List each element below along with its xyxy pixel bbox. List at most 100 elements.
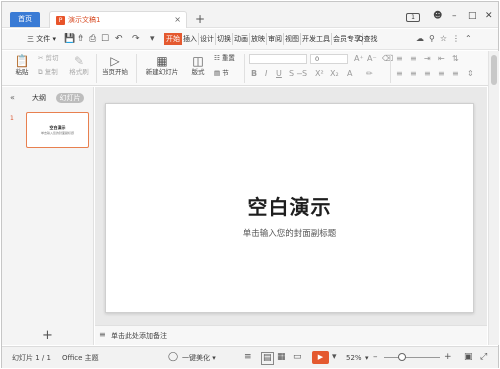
bold-button[interactable]: B <box>251 69 257 79</box>
export-icon[interactable]: ⇮ <box>77 34 85 45</box>
redo-icon[interactable]: ↷ <box>132 34 140 45</box>
cloud-icon[interactable]: ☁ <box>416 33 424 45</box>
highlight-button[interactable]: ✏ <box>366 69 373 79</box>
align-center-icon[interactable]: ≡ <box>410 69 417 79</box>
grow-font-icon[interactable]: A⁺ <box>354 54 364 64</box>
more-dropdown-icon[interactable]: ▾ <box>150 34 155 45</box>
fit-slide-icon[interactable]: ▣ <box>464 352 473 363</box>
reading-view-icon[interactable]: ▭ <box>293 352 302 363</box>
notes-pane[interactable]: ≡ 单击此处添加备注 <box>95 325 487 345</box>
clear-format-icon[interactable]: ⌫ <box>382 54 393 64</box>
close-window-button[interactable]: ✕ <box>485 10 493 22</box>
tab-home-ribbon[interactable]: 开始 <box>164 33 182 45</box>
underline-button[interactable]: U <box>276 69 282 79</box>
strikethrough-button[interactable]: ̶S <box>302 69 307 79</box>
slide-title[interactable]: 空白演示 <box>106 194 473 220</box>
numbered-list-icon[interactable]: ≡ <box>410 54 417 64</box>
tab-review[interactable]: 审阅 <box>267 33 284 45</box>
file-menu[interactable]: 三 文件 ▾ <box>27 34 56 45</box>
zoom-slider[interactable] <box>384 357 440 358</box>
slideshow-play-button[interactable]: ▶ <box>312 351 329 364</box>
notes-toggle-icon[interactable]: ≡ <box>244 352 252 363</box>
maximize-button[interactable]: □ <box>468 10 477 22</box>
collab-icon[interactable]: ☆ <box>440 33 447 45</box>
tab-slides[interactable]: 幻灯片 <box>56 93 84 103</box>
font-size-value: 0 <box>315 55 320 63</box>
copy-button[interactable]: ⧉ 复制 <box>38 68 58 77</box>
shrink-font-icon[interactable]: A⁻ <box>367 54 377 64</box>
user-icon[interactable]: ☻ <box>433 10 442 22</box>
thumbnail-subtitle: 单击输入您的封面副标题 <box>40 131 74 135</box>
reset-label: 重置 <box>221 54 235 62</box>
section-button[interactable]: ▤ 节 <box>214 69 229 78</box>
zoom-slider-handle[interactable] <box>398 353 406 361</box>
tab-view[interactable]: 视图 <box>284 33 301 45</box>
print-icon[interactable]: ⎙ <box>89 34 96 45</box>
theme-name[interactable]: Office 主题 <box>62 353 99 363</box>
outdent-icon[interactable]: ⇤ <box>438 54 445 64</box>
superscript-button[interactable]: X² <box>315 69 324 79</box>
indent-icon[interactable]: ⇥ <box>424 54 431 64</box>
divider <box>136 54 137 83</box>
align-left-icon[interactable]: ≡ <box>396 69 403 79</box>
tab-home[interactable]: 首页 <box>10 12 40 27</box>
bullet-list-icon[interactable]: ≡ <box>396 54 403 64</box>
play-icon: ▷ <box>110 54 120 68</box>
format-painter-button[interactable]: ✎ 格式刷 <box>66 54 92 77</box>
share-icon[interactable]: ⚲ <box>429 33 435 45</box>
normal-view-icon[interactable]: ▤ <box>261 352 274 365</box>
shadow-button[interactable]: S <box>289 69 294 79</box>
beautify-button[interactable]: 一键美化 ▾ <box>182 353 216 363</box>
line-spacing-icon[interactable]: ⇅ <box>452 54 459 64</box>
sorter-view-icon[interactable]: ▦ <box>277 352 286 363</box>
tab-insert[interactable]: 插入 <box>182 33 199 45</box>
preview-icon[interactable]: ☐ <box>101 34 109 45</box>
slide[interactable]: 空白演示 单击输入您的封面副标题 <box>105 103 474 313</box>
collapse-panel-icon[interactable]: « <box>10 93 15 103</box>
collapse-ribbon-icon[interactable]: ⌃ <box>465 33 472 45</box>
layout-button[interactable]: ◫ 版式 <box>188 54 208 77</box>
scrollbar-thumb[interactable] <box>491 55 497 85</box>
close-tab-icon[interactable]: × <box>174 15 181 25</box>
zoom-in-icon[interactable]: + <box>444 352 452 363</box>
font-color-button[interactable]: A <box>347 69 352 79</box>
window-count-badge[interactable]: 1 <box>406 13 420 22</box>
tab-animations[interactable]: 动画 <box>233 33 250 45</box>
copy-label: 复制 <box>44 68 58 76</box>
zoom-level[interactable]: 52% <box>346 353 362 363</box>
more-icon[interactable]: ⋮ <box>452 33 460 45</box>
new-slide-button[interactable]: ▦ 新建幻灯片 <box>142 54 182 77</box>
add-slide-button[interactable]: + <box>42 329 53 342</box>
new-tab-button[interactable]: + <box>195 12 205 26</box>
subscript-button[interactable]: X₂ <box>330 69 339 79</box>
tab-developer[interactable]: 开发工具 <box>301 33 332 45</box>
vertical-scrollbar[interactable] <box>488 51 499 345</box>
tab-design[interactable]: 设计 <box>199 33 216 45</box>
italic-button[interactable]: I <box>265 69 267 79</box>
tab-slideshow[interactable]: 放映 <box>250 33 267 45</box>
zoom-out-icon[interactable]: – <box>373 352 378 363</box>
tab-document[interactable]: P 演示文稿1 × <box>49 11 187 28</box>
minimize-button[interactable]: – <box>452 10 457 22</box>
slide-subtitle[interactable]: 单击输入您的封面副标题 <box>106 229 473 240</box>
font-name-combo[interactable] <box>249 54 307 64</box>
tab-transitions[interactable]: 切换 <box>216 33 233 45</box>
text-direction-icon[interactable]: ⇕ <box>467 69 474 79</box>
reset-button[interactable]: ☷ 重置 <box>214 54 235 63</box>
justify-icon[interactable]: ≡ <box>438 69 445 79</box>
align-right-icon[interactable]: ≡ <box>424 69 431 79</box>
zoom-dropdown-icon[interactable]: ▾ <box>365 353 369 363</box>
font-size-combo[interactable]: 0 <box>310 54 348 64</box>
distribute-icon[interactable]: ≡ <box>452 69 459 79</box>
search-button[interactable]: Q查找 <box>358 33 378 45</box>
save-icon[interactable]: 💾 <box>64 34 75 45</box>
fullscreen-icon[interactable]: ⤢ <box>480 352 487 363</box>
paste-button[interactable]: 📋 粘贴 <box>12 54 32 77</box>
slide-thumbnail[interactable]: 空白演示 单击输入您的封面副标题 <box>26 112 89 148</box>
cut-button[interactable]: ✂ 剪切 <box>38 54 59 63</box>
brush-icon: ✎ <box>73 54 85 68</box>
slideshow-dropdown-icon[interactable]: ▾ <box>332 352 337 363</box>
undo-icon[interactable]: ↶ <box>115 34 123 45</box>
tab-outline[interactable]: 大纲 <box>32 93 46 103</box>
play-from-current-button[interactable]: ▷ 当页开始 <box>100 54 130 77</box>
